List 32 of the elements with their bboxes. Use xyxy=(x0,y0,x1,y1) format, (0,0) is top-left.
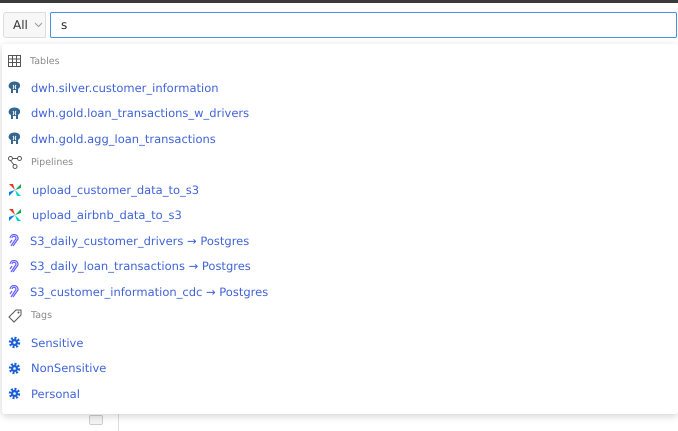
gear-icon xyxy=(8,362,21,375)
spiral-icon xyxy=(8,285,20,298)
result-item[interactable]: Sensitive xyxy=(2,330,678,356)
tag-icon xyxy=(8,308,22,323)
section-title: Tags xyxy=(31,310,52,322)
section-title: Pipelines xyxy=(31,157,74,168)
result-item[interactable]: S3_daily_customer_drivers → Postgres xyxy=(2,228,678,254)
result-item[interactable]: upload_airbnb_data_to_s3 xyxy=(2,202,678,228)
elephant-icon xyxy=(8,81,21,94)
scope-select[interactable]: All xyxy=(3,12,46,38)
result-item[interactable]: dwh.gold.loan_transactions_w_drivers xyxy=(2,100,678,126)
spiral-icon xyxy=(8,234,20,248)
collapse-control[interactable] xyxy=(89,415,103,425)
caret-icon xyxy=(34,22,43,28)
pipeline-icon xyxy=(8,156,22,170)
elephant-icon xyxy=(8,132,21,146)
result-item[interactable]: NonSensitive xyxy=(2,355,678,381)
gear-icon xyxy=(8,336,21,350)
gear-icon xyxy=(8,387,21,400)
elephant-icon xyxy=(8,106,21,120)
result-item[interactable]: Personal xyxy=(2,380,678,407)
result-item[interactable]: S3_daily_loan_transactions → Postgres xyxy=(2,254,678,280)
search-field[interactable]: s xyxy=(50,12,677,38)
result-item[interactable]: dwh.gold.agg_loan_transactions xyxy=(2,126,678,152)
table-icon xyxy=(8,55,21,67)
section-title: Tables xyxy=(30,56,60,66)
spiral-icon xyxy=(8,260,20,273)
result-item[interactable]: upload_customer_data_to_s3 xyxy=(2,176,678,202)
pinwheel-icon xyxy=(8,208,22,222)
result-item[interactable]: S3_customer_information_cdc → Postgres xyxy=(2,279,678,305)
result-item[interactable]: dwh.silver.customer_information xyxy=(2,75,678,101)
pinwheel-icon xyxy=(8,182,22,197)
